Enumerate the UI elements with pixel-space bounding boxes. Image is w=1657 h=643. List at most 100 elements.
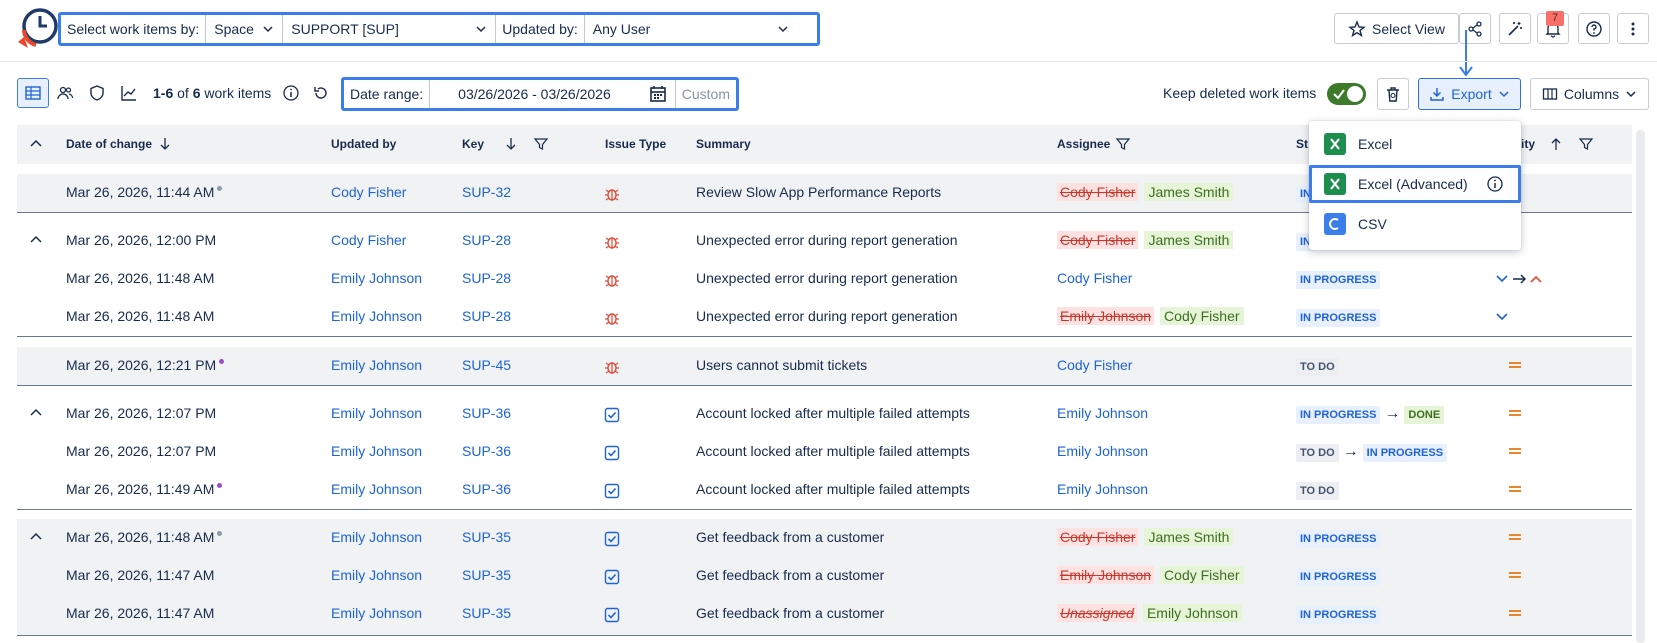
table-view-button[interactable] bbox=[17, 78, 49, 108]
table-row[interactable]: Mar 26, 2026, 11:48 AM Emily Johnson SUP… bbox=[17, 260, 1632, 298]
keep-deleted-label: Keep deleted work items bbox=[1163, 85, 1317, 101]
key-link[interactable]: SUP-32 bbox=[462, 184, 511, 200]
columns-button[interactable]: Columns bbox=[1530, 78, 1649, 110]
bug-icon bbox=[605, 362, 619, 374]
col-updated-by-label: Updated by bbox=[331, 137, 397, 151]
assignee-link[interactable]: Cody Fisher bbox=[1057, 357, 1132, 373]
updated-by-link[interactable]: Emily Johnson bbox=[331, 405, 422, 421]
updated-by-link[interactable]: Emily Johnson bbox=[331, 443, 422, 459]
task-icon bbox=[604, 407, 620, 423]
deleted-items-button[interactable] bbox=[1377, 78, 1409, 110]
vertical-scrollbar[interactable] bbox=[1636, 130, 1645, 643]
priority-low-icon bbox=[1496, 313, 1508, 321]
updated-by-link[interactable]: Emily Johnson bbox=[331, 567, 422, 583]
date-cell: Mar 26, 2026, 11:47 AM bbox=[66, 605, 215, 621]
filter-icon[interactable] bbox=[1116, 137, 1131, 151]
arrow-down-icon bbox=[1459, 30, 1473, 76]
status-cell: TO DO bbox=[1296, 481, 1339, 500]
help-button[interactable] bbox=[1578, 13, 1610, 44]
select-view-label: Select View bbox=[1372, 20, 1445, 37]
summary-cell: Get feedback from a customer bbox=[696, 567, 885, 583]
assignee-link[interactable]: Cody Fisher bbox=[1057, 270, 1132, 286]
export-excel-item[interactable]: Excel bbox=[1309, 125, 1521, 163]
users-icon bbox=[57, 86, 74, 100]
key-link[interactable]: SUP-35 bbox=[462, 567, 511, 583]
assignee-link[interactable]: Emily Johnson bbox=[1057, 405, 1148, 421]
security-view-button[interactable] bbox=[81, 78, 113, 108]
col-priority-header[interactable]: ity bbox=[1521, 137, 1594, 151]
table-row[interactable]: Mar 26, 2026, 11:48 AM Emily Johnson SUP… bbox=[17, 298, 1632, 336]
table-row[interactable]: Mar 26, 2026, 12:07 PM Emily Johnson SUP… bbox=[17, 433, 1632, 471]
table-row[interactable]: Mar 26, 2026, 11:47 AM Emily Johnson SUP… bbox=[17, 557, 1632, 595]
export-button[interactable]: Export bbox=[1418, 78, 1521, 110]
table-row[interactable]: Mar 26, 2026, 11:47 AM Emily Johnson SUP… bbox=[17, 595, 1632, 633]
date-range-picker[interactable]: 03/26/2026 - 03/26/2026 bbox=[430, 80, 676, 108]
col-key-header[interactable]: Key bbox=[462, 137, 549, 151]
change-dot bbox=[217, 186, 223, 191]
key-link[interactable]: SUP-45 bbox=[462, 357, 511, 373]
updated-by-link[interactable]: Emily Johnson bbox=[331, 481, 422, 497]
updated-by-link[interactable]: Emily Johnson bbox=[331, 308, 422, 324]
table-row[interactable]: Mar 26, 2026, 11:48 AM Emily Johnson SUP… bbox=[17, 519, 1632, 557]
filter-icon[interactable] bbox=[1579, 137, 1594, 151]
export-csv-item[interactable]: CSV bbox=[1309, 205, 1521, 243]
collapse-all-icon[interactable] bbox=[29, 137, 43, 151]
key-link[interactable]: SUP-35 bbox=[462, 529, 511, 545]
col-date-header[interactable]: Date of change bbox=[66, 137, 172, 151]
date-range-custom-button[interactable]: Custom bbox=[676, 80, 736, 108]
col-summary-label: Summary bbox=[696, 137, 751, 151]
status-cell: TO DO → IN PROGRESS bbox=[1296, 443, 1448, 462]
updated-by-value: Any User bbox=[592, 21, 651, 37]
updated-by-link[interactable]: Cody Fisher bbox=[331, 232, 406, 248]
refresh-button[interactable] bbox=[309, 78, 333, 108]
updated-by-link[interactable]: Emily Johnson bbox=[331, 270, 422, 286]
assignee-link[interactable]: Emily Johnson bbox=[1057, 481, 1148, 497]
collapse-group-icon[interactable] bbox=[29, 233, 43, 247]
key-link[interactable]: SUP-28 bbox=[462, 308, 511, 324]
key-link[interactable]: SUP-28 bbox=[462, 232, 511, 248]
assignee-cell: Emily Johnson Cody Fisher bbox=[1057, 307, 1244, 325]
col-updated-by-header[interactable]: Updated by bbox=[331, 137, 396, 151]
col-status-label: St bbox=[1296, 137, 1308, 151]
updated-by-link[interactable]: Emily Johnson bbox=[331, 529, 422, 545]
col-issue-type-header[interactable]: Issue Type bbox=[605, 137, 666, 151]
info-button[interactable] bbox=[279, 78, 303, 108]
key-link[interactable]: SUP-28 bbox=[462, 270, 511, 286]
key-link[interactable]: SUP-36 bbox=[462, 405, 511, 421]
key-link[interactable]: SUP-35 bbox=[462, 605, 511, 621]
key-link[interactable]: SUP-36 bbox=[462, 481, 511, 497]
excel-icon bbox=[1324, 173, 1346, 195]
table-row[interactable]: Mar 26, 2026, 12:21 PM Emily Johnson SUP… bbox=[17, 347, 1632, 385]
updated-by-link[interactable]: Emily Johnson bbox=[331, 357, 422, 373]
export-excel-advanced-item[interactable]: Excel (Advanced) bbox=[1309, 165, 1521, 203]
select-by-dropdown[interactable]: Space bbox=[206, 15, 282, 43]
more-options-button[interactable] bbox=[1617, 13, 1649, 44]
updated-by-link[interactable]: Emily Johnson bbox=[331, 605, 422, 621]
table-row[interactable]: Mar 26, 2026, 12:07 PM Emily Johnson SUP… bbox=[17, 395, 1632, 433]
col-date-label: Date of change bbox=[66, 137, 153, 151]
table-row[interactable]: Mar 26, 2026, 11:49 AM Emily Johnson SUP… bbox=[17, 471, 1632, 509]
task-icon bbox=[604, 569, 620, 585]
filter-icon[interactable] bbox=[534, 137, 549, 151]
updated-by-link[interactable]: Cody Fisher bbox=[331, 184, 406, 200]
magic-wand-button[interactable] bbox=[1499, 13, 1531, 44]
key-link[interactable]: SUP-36 bbox=[462, 443, 511, 459]
keep-deleted-toggle[interactable] bbox=[1327, 83, 1366, 105]
updated-by-dropdown[interactable]: Any User bbox=[585, 15, 797, 43]
summary-cell: Account locked after multiple failed att… bbox=[696, 405, 970, 421]
assignee-link[interactable]: Emily Johnson bbox=[1057, 443, 1148, 459]
col-assignee-header[interactable]: Assignee bbox=[1057, 137, 1131, 151]
col-status-header[interactable]: St bbox=[1296, 137, 1308, 151]
collapse-group-icon[interactable] bbox=[29, 530, 43, 544]
col-summary-header[interactable]: Summary bbox=[696, 137, 751, 151]
count-of: of bbox=[177, 85, 189, 101]
info-icon[interactable] bbox=[1486, 175, 1504, 193]
chart-view-button[interactable] bbox=[113, 78, 145, 108]
date-cell: Mar 26, 2026, 12:21 PM bbox=[66, 357, 225, 373]
users-view-button[interactable] bbox=[49, 78, 81, 108]
space-dropdown[interactable]: SUPPORT [SUP] bbox=[283, 15, 495, 43]
collapse-group-icon[interactable] bbox=[29, 406, 43, 420]
summary-cell: Unexpected error during report generatio… bbox=[696, 232, 958, 248]
table-icon bbox=[25, 86, 41, 100]
select-view-button[interactable]: Select View bbox=[1334, 13, 1459, 44]
